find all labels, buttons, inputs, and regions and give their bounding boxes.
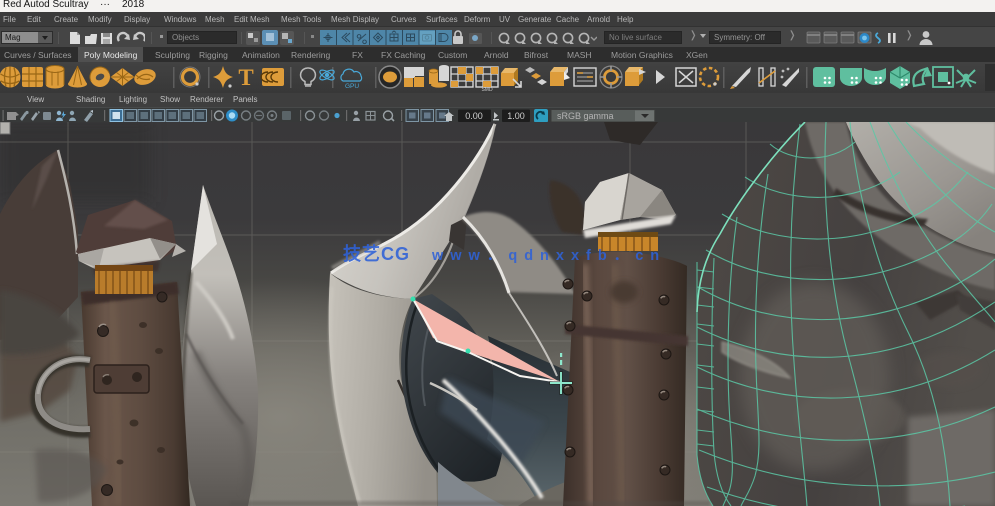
- svg-text:sRGB gamma: sRGB gamma: [557, 111, 614, 121]
- svg-text:0.00: 0.00: [465, 111, 483, 121]
- svg-text:T: T: [238, 65, 253, 90]
- svg-text:1.00: 1.00: [507, 111, 525, 121]
- svg-text:GPU: GPU: [345, 83, 359, 90]
